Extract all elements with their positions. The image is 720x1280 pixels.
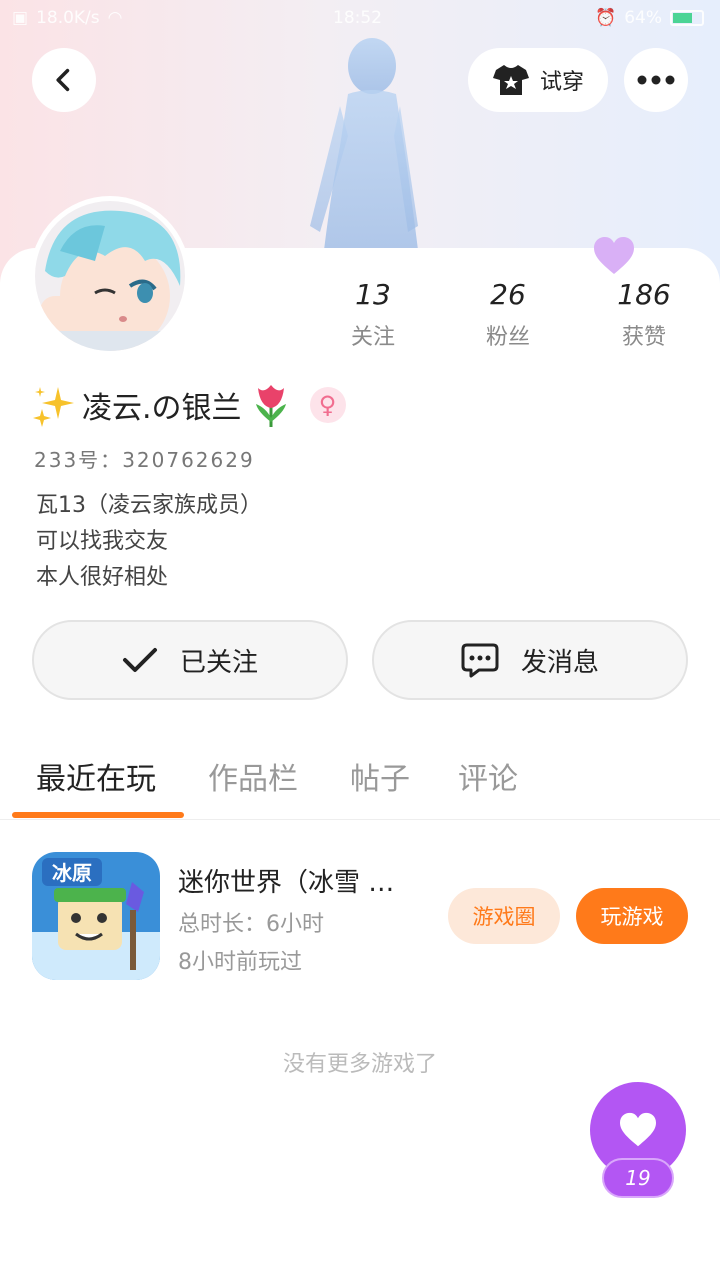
user-id-value: 320762629 [122,448,255,472]
profile-avatar[interactable] [30,196,190,356]
active-tab-indicator [12,812,184,818]
avatar-image [35,201,185,351]
profile-name: 凌云.の银兰 [82,391,242,426]
back-button[interactable] [32,48,96,112]
stat-following[interactable]: 13 关注 [313,278,433,351]
more-horizontal-icon [637,75,675,85]
stat-following-label: 关注 [350,325,395,350]
tab-recently-played[interactable]: 最近在玩 [36,754,156,798]
tab-works[interactable]: 作品栏 [208,754,298,798]
battery-icon [670,10,704,26]
alarm-icon: ⏰ [595,8,617,28]
stat-fans-value: 26 [490,278,526,311]
try-on-button[interactable]: 试穿 [468,48,608,112]
tshirt-icon [492,65,529,95]
no-more-games-text: 没有更多游戏了 [282,1052,437,1077]
sim-icon: ▣ [12,8,29,28]
stat-fans-label: 粉丝 [485,325,530,350]
profile-tabs: 最近在玩 作品栏 帖子 评论 [0,740,720,820]
wifi-icon: ◠ [107,8,123,28]
tulip-emoji-icon [255,385,286,427]
bio-line: 可以找我交友 [36,529,169,554]
game-circle-button[interactable]: 游戏圈 [448,888,560,944]
status-bar: ▣ 18.0K/s ◠ 18:52 ⏰ 64% [0,0,720,36]
stat-likes-value: 186 [617,278,671,311]
battery-percent: 64% [624,8,662,28]
female-icon: ♀ [309,387,346,423]
followed-label: 已关注 [179,647,258,678]
user-id-label: 233号： [34,448,123,472]
list-item[interactable]: 冰原 迷你世界（冰雪 … 总时长：6小时 8小时前玩过 游戏圈 玩游戏 [0,852,720,980]
profile-name-row: 凌云.の银兰 ♀ [32,382,346,428]
sparkle-emoji-icon [33,387,74,427]
chevron-left-icon [56,68,70,92]
heart-icon [594,237,634,274]
like-count-badge: 19 [602,1158,674,1198]
tab-comments[interactable]: 评论 [458,754,518,798]
network-speed: 18.0K/s [36,8,100,28]
stat-likes[interactable]: 186 获赞 [584,278,704,351]
game-icon-image: 冰原 [32,852,160,980]
more-button[interactable] [624,48,688,112]
user-id: 233号：320762629 [34,444,255,473]
tab-posts[interactable]: 帖子 [350,754,410,798]
send-message-button[interactable]: 发消息 [372,620,688,700]
bio-line: 瓦13（凌云家族成员） [36,493,262,518]
bio-line: 本人很好相处 [36,565,169,590]
stat-fans[interactable]: 26 粉丝 [448,278,568,351]
profile-bio: 瓦13（凌云家族成员） 可以找我交友 本人很好相处 [36,488,262,596]
followed-button[interactable]: 已关注 [32,620,348,700]
avatar-3d-figure [310,38,418,250]
stat-likes-label: 获赞 [621,325,666,350]
game-icon[interactable]: 冰原 [32,852,160,980]
game-icon-badge: 冰原 [52,861,92,885]
stat-following-value: 13 [355,278,391,311]
heart-icon [620,1112,656,1147]
game-last-played: 8小时前玩过 [178,950,302,975]
play-game-button[interactable]: 玩游戏 [576,888,688,944]
game-duration: 总时长：6小时 [178,912,324,937]
chat-bubble-icon [461,643,499,678]
send-message-label: 发消息 [520,647,599,678]
check-icon [122,648,157,672]
try-on-label: 试穿 [539,70,584,95]
game-name: 迷你世界（冰雪 … [178,868,395,898]
status-time: 18:52 [333,8,382,28]
